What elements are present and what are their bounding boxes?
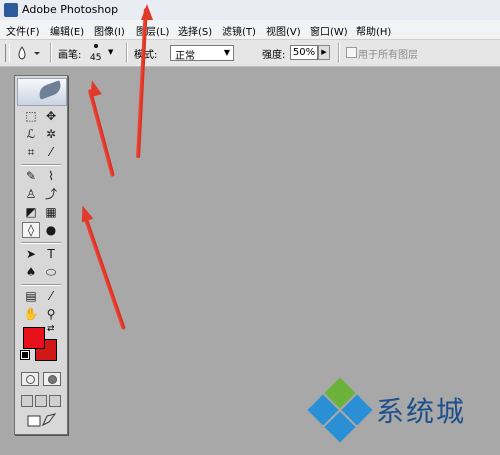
foreground-color-swatch[interactable]: [23, 327, 45, 349]
lasso-tool-icon[interactable]: ℒ: [22, 126, 40, 142]
standard-mode-icon: [26, 375, 35, 384]
dodge-tool-icon[interactable]: ●: [42, 222, 60, 238]
brush-tip-icon: [94, 44, 98, 48]
blur-tool-icon[interactable]: ◊: [22, 222, 40, 238]
annotation-arrow-head: [141, 4, 153, 20]
options-separator: [50, 43, 52, 63]
annotation-arrow: [87, 89, 115, 177]
standard-mode-button[interactable]: [21, 372, 39, 386]
hand-tool-icon[interactable]: ✋: [22, 306, 40, 322]
swap-colors-icon[interactable]: ⇄: [47, 324, 55, 334]
brush-tool-icon[interactable]: ⌇: [42, 168, 60, 184]
mode-select[interactable]: 正常 ▼: [170, 45, 234, 62]
photoshop-app-icon: [4, 3, 18, 17]
path-selection-tool-icon[interactable]: ➤: [22, 246, 40, 262]
menu-filter[interactable]: 滤镜(T): [222, 23, 256, 38]
window-title: Adobe Photoshop: [22, 3, 119, 16]
type-tool-icon[interactable]: T: [42, 246, 60, 262]
pen-tool-icon[interactable]: ♠: [22, 264, 40, 280]
options-bar-grip[interactable]: [5, 44, 10, 62]
menu-layer[interactable]: 图层(L): [136, 23, 169, 38]
notes-tool-icon[interactable]: ▤: [22, 288, 40, 304]
slice-tool-icon[interactable]: ⁄: [42, 144, 60, 160]
toolbox-separator: [21, 164, 61, 166]
jump-to-imageready-button[interactable]: [25, 412, 59, 428]
strength-label: 强度:: [262, 50, 286, 61]
menu-image[interactable]: 图像(I): [94, 23, 125, 38]
full-screen-menu-mode-button[interactable]: [35, 395, 47, 407]
toolbox-separator: [21, 242, 61, 244]
blur-drop-icon: [18, 46, 40, 60]
clone-stamp-tool-icon[interactable]: ♙: [22, 186, 40, 202]
strength-slider-button[interactable]: ▶: [318, 45, 330, 60]
watermark-text: 系统城: [376, 395, 467, 428]
brush-label: 画笔:: [58, 50, 82, 61]
menu-bar: 文件(F) 编辑(E) 图像(I) 图层(L) 选择(S) 滤镜(T) 视图(V…: [0, 20, 500, 40]
options-separator: [126, 43, 128, 63]
title-bar: Adobe Photoshop: [0, 0, 500, 21]
all-layers-checkbox[interactable]: [346, 47, 357, 58]
healing-brush-tool-icon[interactable]: ✎: [22, 168, 40, 184]
gradient-tool-icon[interactable]: ▦: [42, 204, 60, 220]
zoom-tool-icon[interactable]: ⚲: [42, 306, 60, 322]
annotation-arrow-head: [76, 203, 94, 223]
magic-wand-tool-icon[interactable]: ✲: [42, 126, 60, 142]
strength-input[interactable]: 50%: [290, 45, 318, 60]
marquee-tool-icon[interactable]: ⬚: [22, 108, 40, 124]
toolbox-header[interactable]: [17, 78, 67, 106]
eyedropper-tool-icon[interactable]: ⁄: [42, 288, 60, 304]
menu-help[interactable]: 帮助(H): [356, 23, 391, 38]
chevron-down-icon: ▼: [223, 48, 230, 57]
history-brush-tool-icon[interactable]: ⤴: [42, 186, 60, 202]
options-bar: 画笔: 45 ▼ 模式: 正常 ▼ 强度: 50% ▶ 用于所有图层: [0, 40, 500, 67]
brush-picker[interactable]: 45 ▼: [88, 42, 118, 64]
eraser-tool-icon[interactable]: ◩: [22, 204, 40, 220]
default-colors-icon[interactable]: [20, 350, 30, 360]
menu-select[interactable]: 选择(S): [178, 23, 212, 38]
options-separator: [338, 43, 340, 63]
mode-value: 正常: [175, 51, 195, 62]
menu-file[interactable]: 文件(F): [6, 23, 40, 38]
menu-view[interactable]: 视图(V): [266, 23, 301, 38]
watermark-logo-icon: [307, 377, 373, 443]
full-screen-mode-button[interactable]: [49, 395, 61, 407]
quick-mask-button[interactable]: [43, 372, 61, 386]
menu-edit[interactable]: 编辑(E): [50, 23, 84, 38]
brush-size-value: 45: [90, 53, 102, 63]
standard-screen-mode-button[interactable]: [21, 395, 33, 407]
annotation-arrow: [83, 217, 126, 330]
shape-tool-icon[interactable]: ⬭: [42, 264, 60, 280]
all-layers-label: 用于所有图层: [358, 50, 418, 61]
photoshop-feather-icon: [36, 80, 64, 100]
toolbox-separator: [21, 284, 61, 286]
imageready-icon: [27, 413, 57, 427]
toolbox: ⬚ ✥ ℒ ✲ ⌗ ⁄ ✎ ⌇ ♙ ⤴ ◩ ▦ ◊ ● ➤ T ♠ ⬭ ▤ ⁄ …: [14, 75, 68, 435]
quick-mask-icon: [48, 375, 57, 384]
tool-preset-picker[interactable]: [14, 44, 42, 62]
move-tool-icon[interactable]: ✥: [42, 108, 60, 124]
crop-tool-icon[interactable]: ⌗: [22, 144, 40, 160]
chevron-down-icon: ▼: [108, 48, 114, 56]
menu-window[interactable]: 窗口(W): [310, 23, 348, 38]
